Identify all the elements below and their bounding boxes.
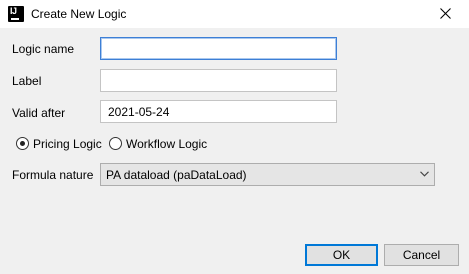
valid-after-input[interactable] — [100, 100, 337, 123]
valid-after-label: Valid after — [12, 106, 66, 120]
chevron-down-icon — [420, 171, 429, 177]
formula-nature-value: PA dataload (paDataLoad) — [106, 168, 247, 182]
cancel-button[interactable]: Cancel — [384, 244, 459, 266]
label-input[interactable] — [100, 69, 337, 92]
title-bar: IJ Create New Logic — [0, 0, 469, 28]
close-button[interactable] — [432, 0, 460, 28]
create-new-logic-dialog: IJ Create New Logic Logic name Label Val… — [0, 0, 469, 274]
formula-nature-label: Formula nature — [12, 168, 94, 182]
workflow-logic-label: Workflow Logic — [126, 137, 208, 151]
intellij-icon: IJ — [8, 6, 24, 22]
radio-selected-icon — [16, 137, 29, 150]
radio-unselected-icon — [109, 137, 122, 150]
pricing-logic-label: Pricing Logic — [33, 137, 102, 151]
intellij-icon-text: IJ — [10, 6, 17, 16]
close-icon — [440, 8, 451, 19]
logic-name-input[interactable] — [100, 37, 337, 60]
logic-name-label: Logic name — [12, 42, 75, 56]
ok-button[interactable]: OK — [305, 244, 378, 266]
formula-nature-select[interactable]: PA dataload (paDataLoad) — [100, 163, 435, 186]
dialog-title: Create New Logic — [31, 7, 127, 21]
label-label: Label — [12, 74, 42, 88]
